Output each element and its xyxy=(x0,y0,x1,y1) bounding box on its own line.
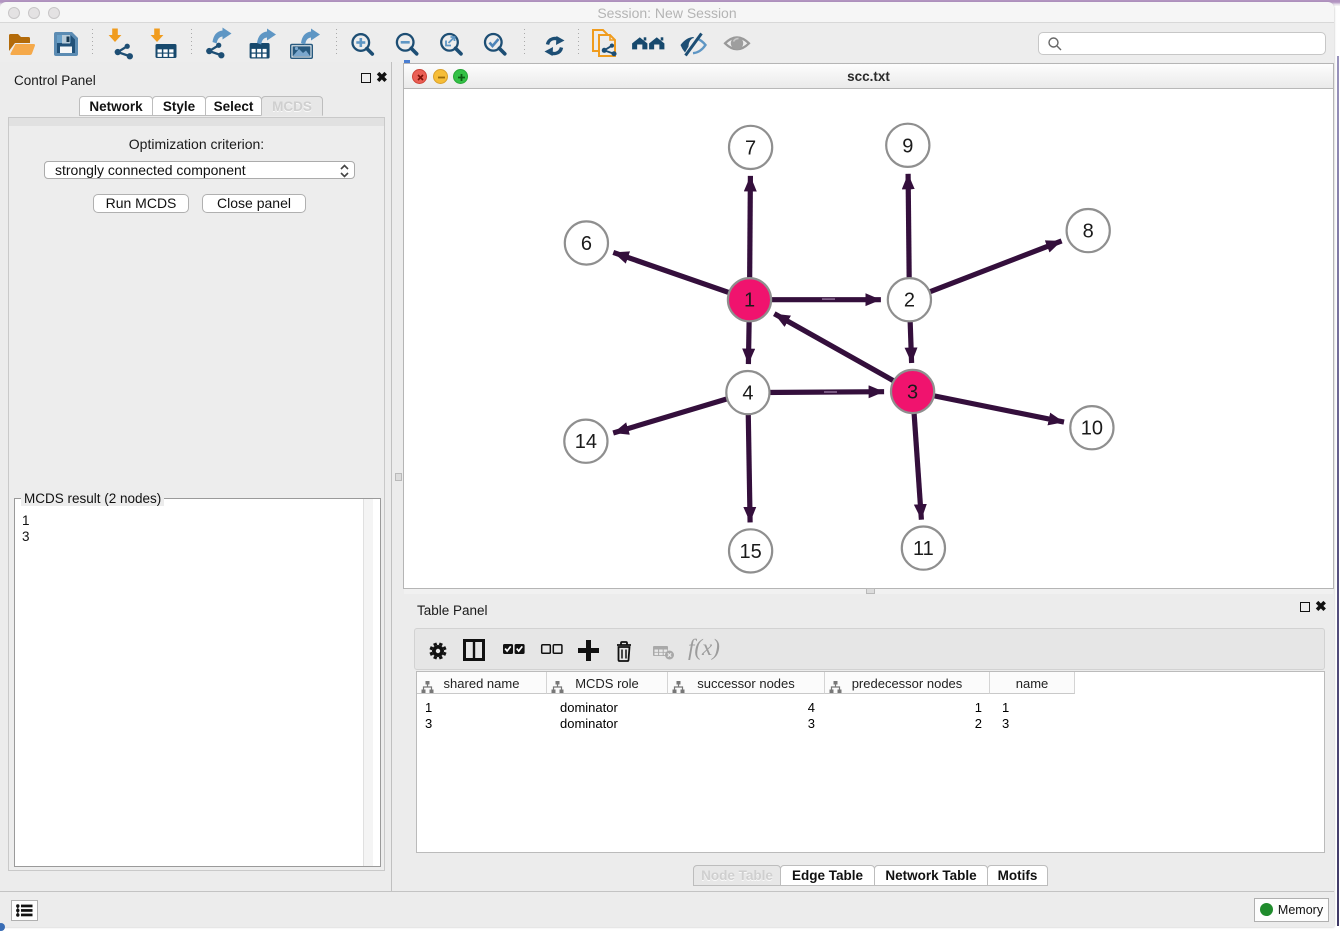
svg-text:14: 14 xyxy=(575,431,597,453)
svg-text:15: 15 xyxy=(739,541,761,563)
svg-text:8: 8 xyxy=(1083,221,1094,243)
svg-text:9: 9 xyxy=(902,135,913,157)
svg-text:11: 11 xyxy=(913,538,934,560)
svg-text:4: 4 xyxy=(742,383,753,405)
svg-text:10: 10 xyxy=(1081,418,1103,440)
svg-text:3: 3 xyxy=(907,382,918,404)
svg-text:7: 7 xyxy=(745,137,756,159)
svg-text:6: 6 xyxy=(581,233,592,255)
svg-text:1: 1 xyxy=(744,290,755,312)
svg-text:2: 2 xyxy=(904,290,915,312)
